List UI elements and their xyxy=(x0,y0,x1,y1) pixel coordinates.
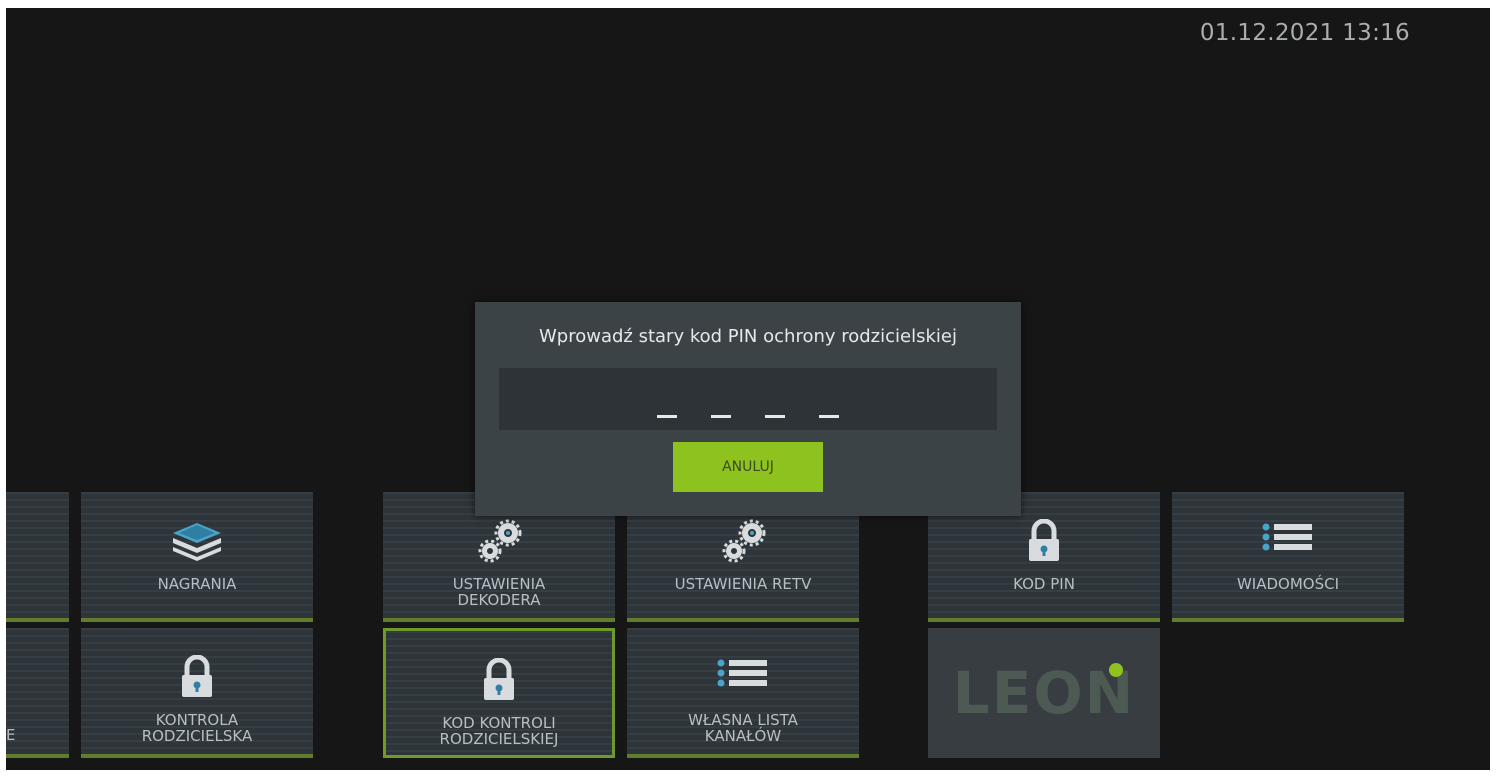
leon-logo-tile: LEON xyxy=(928,628,1160,758)
tile-label-line: KANAŁÓW xyxy=(704,727,782,745)
cancel-button[interactable]: ANULUJ xyxy=(673,442,823,492)
list-icon xyxy=(717,654,769,700)
pin-dialog: Wprowadź stary kod PIN ochrony rodziciel… xyxy=(475,302,1021,516)
pin-input[interactable] xyxy=(499,368,997,430)
tile-label: USTAWIENIA DEKODERA xyxy=(453,576,546,608)
pin-slot xyxy=(765,415,785,418)
tv-screen: 01.12.2021 13:16 NAGRANIA USTAWIENIA DEK… xyxy=(6,8,1490,770)
tile-label-line: USTAWIENIA xyxy=(452,575,546,593)
pin-slot xyxy=(657,415,677,418)
tile-label-line: KONTROLA xyxy=(155,711,239,729)
list-icon xyxy=(1262,518,1314,564)
tile-label-line: WŁASNA LISTA xyxy=(688,711,798,729)
tile-kod-kontroli-rodzicielskiej[interactable]: KOD KONTROLI RODZICIELSKIEJ xyxy=(383,628,615,758)
lock-icon xyxy=(1026,518,1062,564)
tile-kontrola-rodzicielska[interactable]: KONTROLA RODZICIELSKA xyxy=(81,628,313,758)
tile-label: KONTROLA RODZICIELSKA xyxy=(142,712,253,744)
pin-slot xyxy=(711,415,731,418)
box-icon xyxy=(169,518,225,564)
lock-icon xyxy=(481,657,517,703)
tile-label-line: RODZICIELSKIEJ xyxy=(439,730,559,748)
clock: 01.12.2021 13:16 xyxy=(1199,20,1410,46)
gears-icon xyxy=(474,518,524,564)
dialog-title: Wprowadź stary kod PIN ochrony rodziciel… xyxy=(539,326,957,347)
tile-partial-top[interactable] xyxy=(6,492,69,622)
logo-text: LEON xyxy=(952,659,1136,727)
tile-label: KOD PIN xyxy=(1013,575,1075,593)
pin-slot xyxy=(819,415,839,418)
tile-label-line: RODZICIELSKA xyxy=(141,727,253,745)
tile-wiadomosci[interactable]: WIADOMOŚCI xyxy=(1172,492,1404,622)
tile-label-line: DEKODERA xyxy=(457,591,541,609)
gears-icon xyxy=(718,518,768,564)
tile-label: WIADOMOŚCI xyxy=(1236,575,1340,593)
lock-icon xyxy=(179,654,215,700)
tile-label: USTAWIENIA RETV xyxy=(674,575,812,593)
leon-logo: LEON xyxy=(953,659,1135,727)
tile-label: NAGRANIA xyxy=(157,575,237,593)
tile-label: E xyxy=(6,726,16,744)
tile-partial-bottom[interactable]: E xyxy=(6,628,69,758)
tile-label-line: KOD KONTROLI xyxy=(442,714,556,732)
tile-nagrania[interactable]: NAGRANIA xyxy=(81,492,313,622)
tile-wlasna-lista-kanalow[interactable]: WŁASNA LISTA KANAŁÓW xyxy=(627,628,859,758)
tile-label: KOD KONTROLI RODZICIELSKIEJ xyxy=(440,715,559,747)
tile-label: WŁASNA LISTA KANAŁÓW xyxy=(688,712,798,744)
